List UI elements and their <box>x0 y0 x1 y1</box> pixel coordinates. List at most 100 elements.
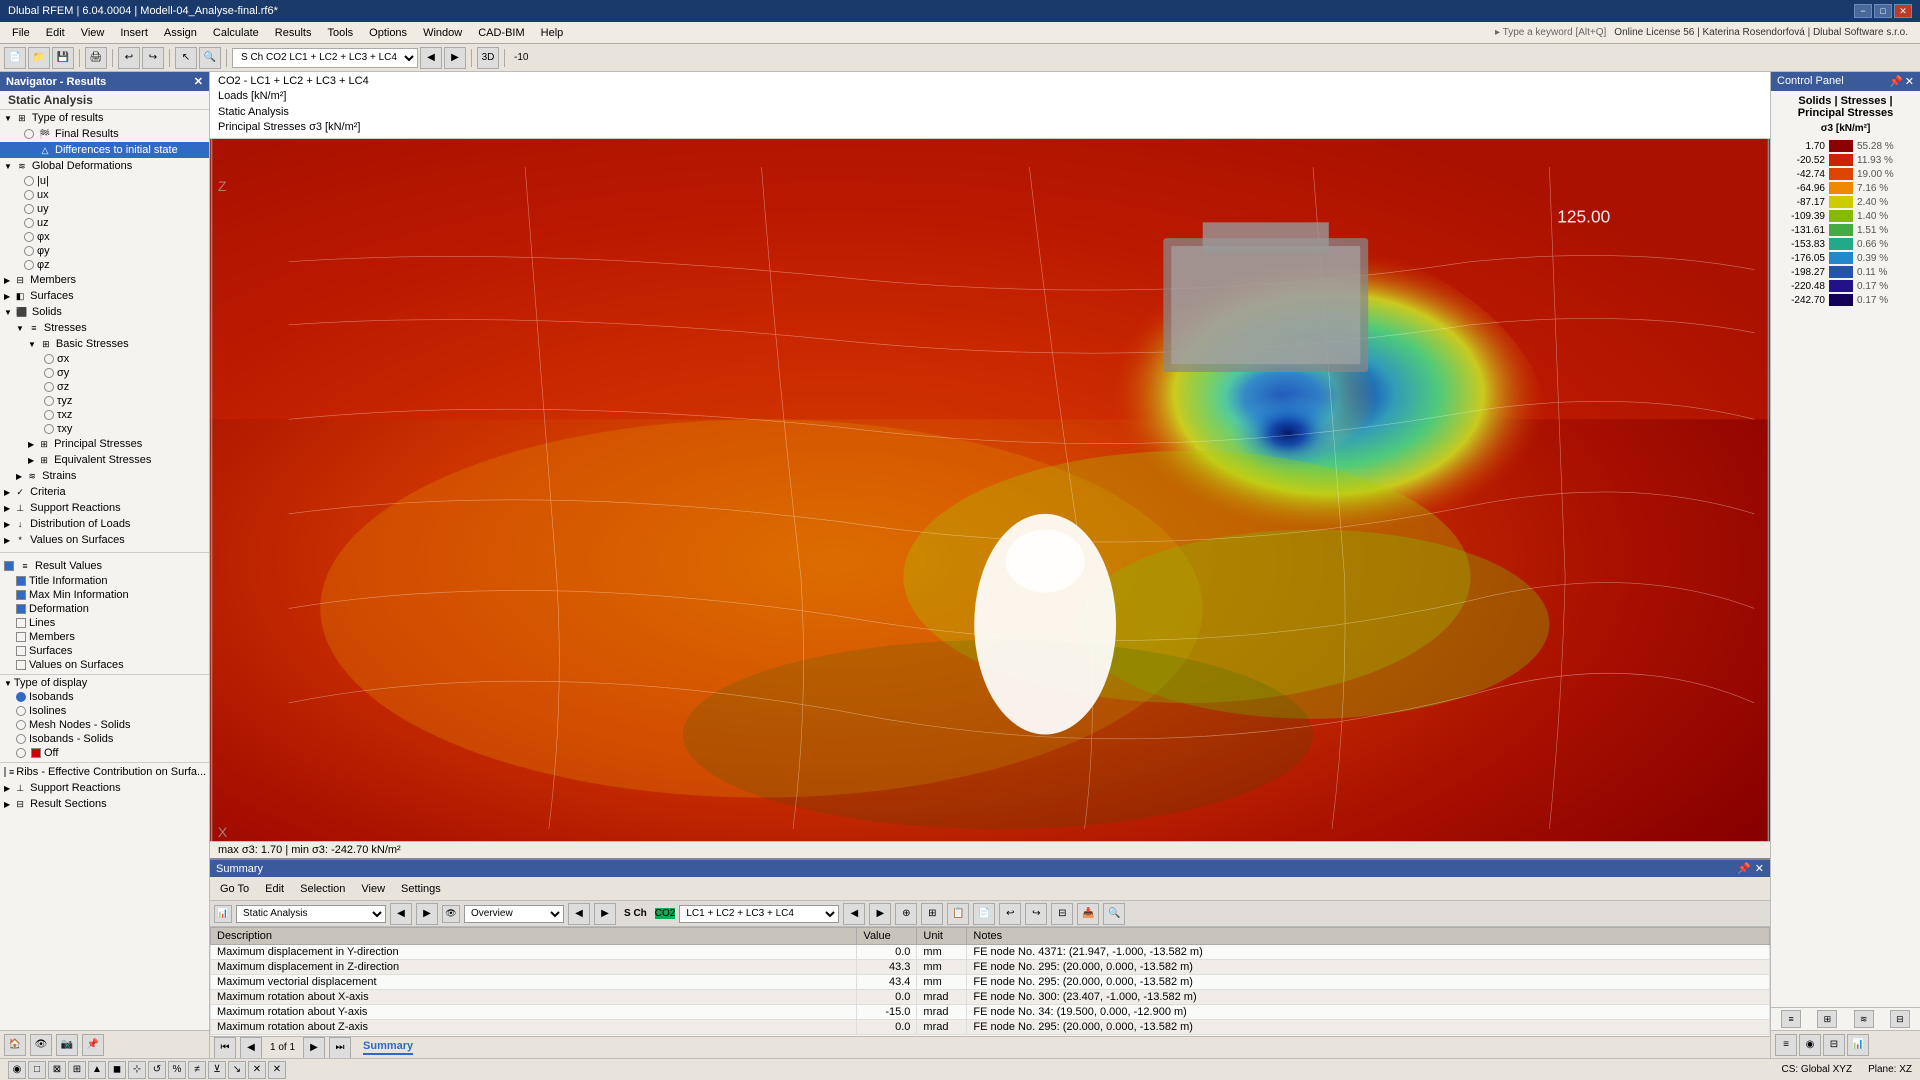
summary-table-container[interactable]: Description Value Unit Notes Maximum dis… <box>210 927 1770 1036</box>
legend-btn1[interactable]: ≡ <box>1781 1010 1801 1028</box>
expander-icon[interactable]: ▶ <box>4 784 10 793</box>
expander-icon[interactable]: ▼ <box>4 114 12 123</box>
table-row[interactable]: Maximum rotation about Y-axis -15.0 mrad… <box>211 1005 1770 1020</box>
sidebar-lines[interactable]: Lines <box>0 616 209 630</box>
sidebar-surfaces-rv[interactable]: Surfaces <box>0 644 209 658</box>
save-button[interactable]: 💾 <box>52 47 74 69</box>
status-icon4[interactable]: ⊞ <box>68 1061 86 1079</box>
summary-edit[interactable]: Edit <box>259 882 290 896</box>
summary-tb1[interactable]: ⊕ <box>895 903 917 925</box>
status-icon5[interactable]: ▲ <box>88 1061 106 1079</box>
close-button[interactable]: ✕ <box>1894 4 1912 18</box>
sidebar-type-of-display[interactable]: ▼ Type of display <box>0 676 209 690</box>
summary-tb3[interactable]: 📋 <box>947 903 969 925</box>
sidebar-support-reactions-2[interactable]: ▶ ⊥ Support Reactions <box>0 780 209 796</box>
maximize-button[interactable]: □ <box>1874 4 1892 18</box>
sidebar-eye-button[interactable]: 👁 <box>30 1034 52 1056</box>
radio-tau-xz[interactable] <box>44 410 54 420</box>
legend-btn3[interactable]: ≋ <box>1854 1010 1874 1028</box>
radio-isobands-solids[interactable] <box>16 734 26 744</box>
checkbox-title-info[interactable] <box>16 576 26 586</box>
menu-tools[interactable]: Tools <box>319 25 361 41</box>
print-button[interactable]: 🖨 <box>85 47 107 69</box>
table-row[interactable]: Maximum displacement in Y-direction 0.0 … <box>211 945 1770 960</box>
sidebar-surfaces[interactable]: ▶ ◧ Surfaces <box>0 288 209 304</box>
status-icon8[interactable]: ↺ <box>148 1061 166 1079</box>
table-row[interactable]: Maximum rotation about Z-axis 0.0 mrad F… <box>211 1020 1770 1035</box>
sidebar-off[interactable]: Off <box>0 746 209 760</box>
summary-tb6[interactable]: ↪ <box>1025 903 1047 925</box>
summary-pin-icon[interactable]: 📌 <box>1737 862 1751 875</box>
legend-tb2[interactable]: ◉ <box>1799 1034 1821 1056</box>
summary-tb9[interactable]: 🔍 <box>1103 903 1125 925</box>
sidebar-result-values[interactable]: ≡ Result Values <box>0 558 209 574</box>
sidebar-strains[interactable]: ▶ ≋ Strains <box>0 468 209 484</box>
sidebar-members-rv[interactable]: Members <box>0 630 209 644</box>
sidebar-values-surfaces[interactable]: ▶ * Values on Surfaces <box>0 532 209 548</box>
menu-file[interactable]: File <box>4 25 38 41</box>
sidebar-close-icon[interactable]: ✕ <box>194 75 203 88</box>
expander-icon[interactable]: ▶ <box>4 504 10 513</box>
3d-view-button[interactable]: 3D <box>477 47 499 69</box>
next-lc-button[interactable]: ▶ <box>444 47 466 69</box>
status-icon1[interactable]: ◉ <box>8 1061 26 1079</box>
expander-icon[interactable]: ▼ <box>16 324 24 333</box>
summary-tb2[interactable]: ⊞ <box>921 903 943 925</box>
checkbox-deformation[interactable] <box>16 604 26 614</box>
summary-prev2-button[interactable]: ◀ <box>568 903 590 925</box>
nav-first-button[interactable]: ⏮ <box>214 1037 236 1059</box>
sidebar-tau-xz[interactable]: τxz <box>0 408 209 422</box>
sidebar-mesh-nodes-solids[interactable]: Mesh Nodes - Solids <box>0 718 209 732</box>
menu-assign[interactable]: Assign <box>156 25 205 41</box>
sidebar-isolines[interactable]: Isolines <box>0 704 209 718</box>
legend-tb4[interactable]: 📊 <box>1847 1034 1869 1056</box>
checkbox-values-surfaces-rv[interactable] <box>16 660 26 670</box>
expander-icon[interactable]: ▼ <box>4 679 12 688</box>
radio-tau-xy[interactable] <box>44 424 54 434</box>
sidebar-tau-yz[interactable]: τyz <box>0 394 209 408</box>
sidebar-ux[interactable]: ux <box>0 188 209 202</box>
table-row[interactable]: Maximum displacement in Z-direction 43.3… <box>211 960 1770 975</box>
sidebar-criteria[interactable]: ▶ ✓ Criteria <box>0 484 209 500</box>
sidebar-isobands-solids[interactable]: Isobands - Solids <box>0 732 209 746</box>
sidebar-solids[interactable]: ▼ ⬛ Solids <box>0 304 209 320</box>
select-button[interactable]: ↖ <box>175 47 197 69</box>
minimize-button[interactable]: − <box>1854 4 1872 18</box>
sidebar-home-button[interactable]: 🏠 <box>4 1034 26 1056</box>
summary-view-combo[interactable]: Overview <box>464 905 564 923</box>
summary-tb8[interactable]: 📥 <box>1077 903 1099 925</box>
summary-analysis-combo[interactable]: Static Analysis <box>236 905 386 923</box>
nav-next-button[interactable]: ▶ <box>303 1037 325 1059</box>
sidebar-principal-stresses[interactable]: ▶ ⊞ Principal Stresses <box>0 436 209 452</box>
sidebar-basic-stresses[interactable]: ▼ ⊞ Basic Stresses <box>0 336 209 352</box>
3d-viewport[interactable]: 125.00 Z X <box>210 139 1770 841</box>
checkbox-members-rv[interactable] <box>16 632 26 642</box>
sidebar-phiz[interactable]: φz <box>0 258 209 272</box>
lc-prev-button[interactable]: ◀ <box>843 903 865 925</box>
radio-uy[interactable] <box>24 204 34 214</box>
radio-uz[interactable] <box>24 218 34 228</box>
legend-btn4[interactable]: ⊟ <box>1890 1010 1910 1028</box>
table-row[interactable]: Maximum vectorial displacement 43.4 mm F… <box>211 975 1770 990</box>
sidebar-ribs-effective[interactable]: ≡ Ribs - Effective Contribution on Surfa… <box>0 764 209 780</box>
sidebar-isobands[interactable]: Isobands <box>0 690 209 704</box>
menu-cad-bim[interactable]: CAD-BIM <box>470 25 532 41</box>
menu-insert[interactable]: Insert <box>112 25 156 41</box>
status-icon7[interactable]: ⊹ <box>128 1061 146 1079</box>
open-button[interactable]: 📁 <box>28 47 50 69</box>
menu-view[interactable]: View <box>73 25 113 41</box>
sidebar-values-surfaces-rv[interactable]: Values on Surfaces <box>0 658 209 672</box>
radio-isobands[interactable] <box>16 692 26 702</box>
summary-close-icon[interactable]: ✕ <box>1755 862 1764 875</box>
menu-calculate[interactable]: Calculate <box>205 25 267 41</box>
sidebar-support-reactions[interactable]: ▶ ⊥ Support Reactions <box>0 500 209 516</box>
sidebar-u-total[interactable]: |u| <box>0 174 209 188</box>
summary-next2-button[interactable]: ▶ <box>594 903 616 925</box>
sidebar-phiy[interactable]: φy <box>0 244 209 258</box>
radio-sigma-z[interactable] <box>44 382 54 392</box>
sidebar-distribution-loads[interactable]: ▶ ↓ Distribution of Loads <box>0 516 209 532</box>
table-row[interactable]: Maximum rotation about X-axis 0.0 mrad F… <box>211 990 1770 1005</box>
sidebar-sigma-x[interactable]: σx <box>0 352 209 366</box>
sidebar-uz[interactable]: uz <box>0 216 209 230</box>
sidebar-result-sections[interactable]: ▶ ⊟ Result Sections <box>0 796 209 812</box>
